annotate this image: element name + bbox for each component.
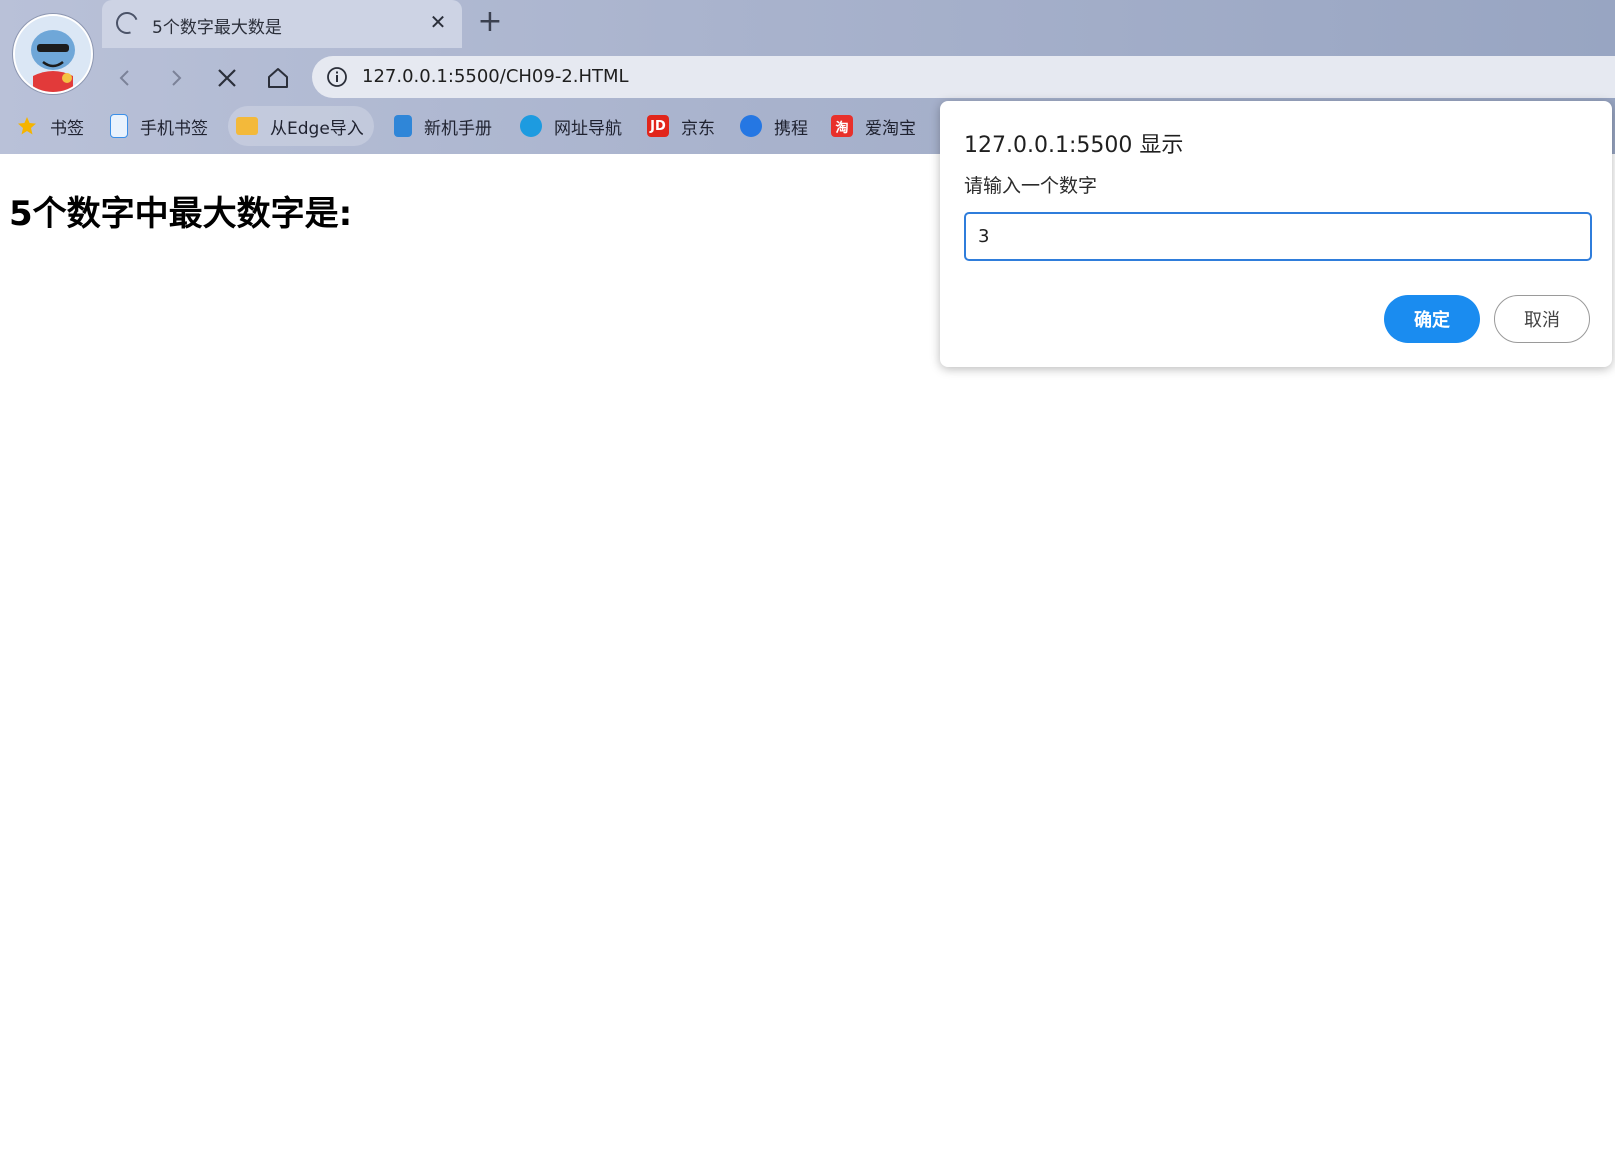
star-icon [16,115,38,137]
bookmark-item[interactable]: JD 京东 [647,106,715,146]
dialog-title: 127.0.0.1:5500 显示 [964,133,1184,158]
tab-title: 5个数字最大数是 [152,18,282,38]
bookmark-label: 京东 [681,118,715,139]
bookmark-item[interactable]: 手机书签 [110,106,208,146]
bookmark-label: 书签 [50,118,84,139]
bookmark-label: 手机书签 [140,118,208,139]
ctrip-icon [740,115,762,137]
jd-icon: JD [647,115,669,137]
info-icon[interactable] [326,66,348,88]
chevron-right-icon [172,70,182,86]
url-text[interactable]: 127.0.0.1:5500/CH09-2.HTML [362,66,629,87]
page-heading: 5个数字中最大数字是: [9,194,353,234]
bookmark-item[interactable]: 网址导航 [520,106,622,146]
stop-loading-button[interactable] [211,62,243,94]
mascot-icon [15,16,91,92]
loading-spinner-icon [112,8,142,38]
prompt-input[interactable] [964,212,1592,261]
forward-button[interactable] [160,62,192,94]
bookmark-label: 从Edge导入 [270,118,364,139]
address-bar[interactable]: 127.0.0.1:5500/CH09-2.HTML [312,56,1615,98]
bookmark-item[interactable]: 淘 爱淘宝 [831,106,916,146]
manual-icon [394,115,412,137]
bookmark-label: 携程 [774,118,808,139]
ok-button[interactable]: 确定 [1384,295,1480,343]
bookmarks-bar: 书签 手机书签 从Edge导入 新机手册 网址导航 JD 京东 携程 淘 爱淘宝 [0,106,940,150]
bookmark-label: 爱淘宝 [865,118,916,139]
bookmark-item[interactable]: 携程 [740,106,808,146]
folder-icon [236,117,258,135]
bookmark-label: 网址导航 [554,118,622,139]
prompt-dialog: 127.0.0.1:5500 显示 请输入一个数字 确定 取消 [940,101,1612,367]
browser-tab[interactable]: 5个数字最大数是 ✕ [102,0,462,48]
phone-bookmark-icon [110,114,128,138]
chevron-left-icon [119,70,129,86]
new-tab-button[interactable]: + [476,7,504,37]
profile-avatar[interactable] [13,14,93,94]
home-button[interactable] [262,62,294,94]
bookmark-label: 新机手册 [424,118,492,139]
close-tab-icon[interactable]: ✕ [426,10,450,34]
bookmark-item[interactable]: 从Edge导入 [228,106,374,146]
bookmark-item[interactable]: 书签 [16,106,84,146]
taobao-icon: 淘 [831,115,853,137]
home-icon [268,68,288,88]
close-icon [218,69,236,87]
bookmark-item[interactable]: 新机手册 [394,106,492,146]
cancel-button[interactable]: 取消 [1494,295,1590,343]
back-button[interactable] [109,62,141,94]
dialog-message: 请输入一个数字 [964,175,1098,197]
edge-icon [520,115,542,137]
